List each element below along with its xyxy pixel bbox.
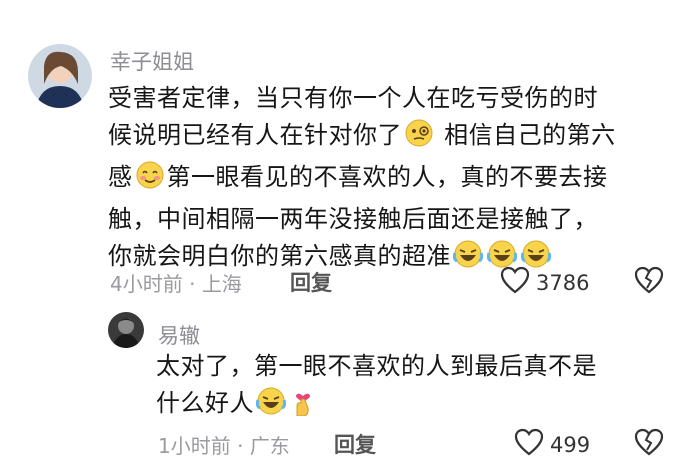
- like-button[interactable]: 3786: [500, 266, 589, 299]
- comment-time: 4小时前: [110, 272, 183, 296]
- comment-line: 受害者定律，当只有你一个人在吃亏受伤的时: [108, 84, 598, 112]
- comment-line: 什么好人: [156, 385, 666, 427]
- broken-heart-icon: [634, 266, 664, 298]
- comment-line: 感 第一眼看见的不喜欢的人，真的不要去接: [108, 159, 668, 201]
- comment-location: 上海: [201, 272, 242, 296]
- rolling-laughing-emoji: [255, 386, 287, 427]
- comment-line-text: 什么好人: [156, 389, 254, 417]
- comment-line-text: 第一眼看见的不喜欢的人，真的不要去接: [166, 163, 608, 191]
- comment-line-text: 你就会明白你的第六感真的超准: [108, 242, 451, 270]
- comment-location: 广东: [249, 434, 290, 458]
- avatar[interactable]: [108, 312, 144, 348]
- comment-author[interactable]: 幸子姐姐: [110, 46, 194, 76]
- comment-meta: 1小时前 · 广东: [158, 430, 290, 459]
- comment-body: 太对了，第一眼不喜欢的人到最后真不是 什么好人: [156, 348, 666, 427]
- avatar[interactable]: [28, 44, 92, 108]
- comment-author[interactable]: 易辙: [158, 320, 200, 350]
- comment-line-text: 相信自己的第六: [436, 121, 616, 149]
- like-button[interactable]: 499: [514, 428, 590, 461]
- comment-line-text: 感: [108, 163, 133, 191]
- comment-line: 触，中间相隔一两年没接触后面还是接触了，: [108, 205, 598, 233]
- like-count: 499: [550, 432, 591, 457]
- meta-separator: ·: [237, 434, 244, 458]
- comment-body: 受害者定律，当只有你一个人在吃亏受伤的时 候说明已经有人在针对你了 相信自己的第…: [108, 80, 668, 280]
- comment-meta: 4小时前 · 上海: [110, 268, 242, 297]
- rolling-laughing-emoji: [452, 239, 484, 280]
- comment-line: 候说明已经有人在针对你了 相信自己的第六: [108, 117, 668, 159]
- dislike-button[interactable]: [634, 428, 664, 460]
- reply-button[interactable]: 回复: [290, 267, 332, 297]
- dislike-button[interactable]: [634, 266, 664, 298]
- comment-line-text: 候说明已经有人在针对你了: [108, 121, 402, 149]
- meta-separator: ·: [189, 272, 196, 296]
- comment-time: 1小时前: [158, 434, 231, 458]
- like-count: 3786: [536, 270, 590, 295]
- broken-heart-icon: [634, 428, 664, 460]
- hand-heart-emoji: [290, 386, 316, 427]
- smiling-blush-emoji: [135, 160, 165, 201]
- face-with-monocle-emoji: [404, 118, 434, 159]
- reply-button[interactable]: 回复: [334, 429, 376, 459]
- comment-line: 太对了，第一眼不喜欢的人到最后真不是: [156, 352, 597, 380]
- heart-icon: [514, 428, 544, 461]
- heart-icon: [500, 266, 530, 299]
